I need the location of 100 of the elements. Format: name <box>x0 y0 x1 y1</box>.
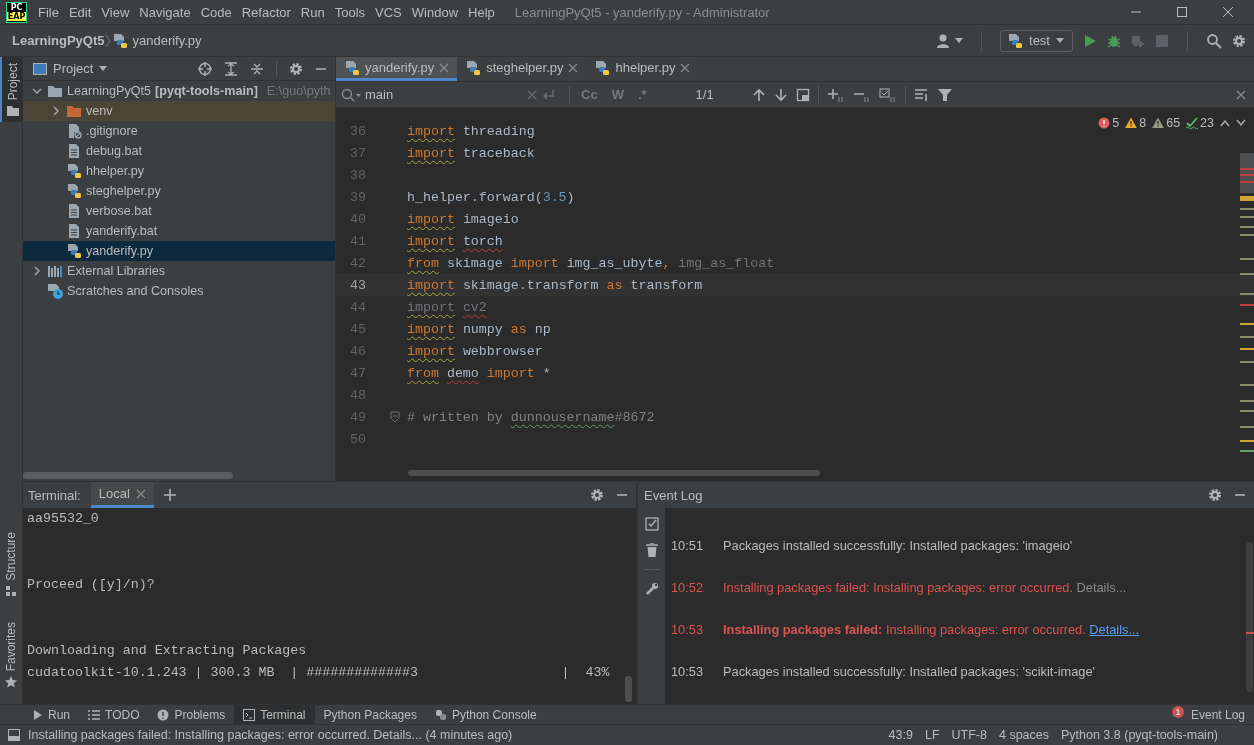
menu-item[interactable]: Refactor <box>236 4 296 20</box>
menu-item[interactable]: Help <box>463 4 500 20</box>
search-icon[interactable] <box>341 87 361 102</box>
menu-item[interactable]: Tools <box>329 4 371 20</box>
tree-item[interactable]: yanderify.py <box>23 241 335 261</box>
editor-tab[interactable]: hhelper.py <box>586 57 699 81</box>
tool-window-button[interactable]: Python Console <box>425 705 546 724</box>
tool-window-button[interactable]: Python Packages <box>314 705 426 724</box>
search-icon[interactable] <box>1206 32 1222 49</box>
chevron-right-icon[interactable] <box>31 265 43 277</box>
status-item[interactable]: UTF-8 <box>951 728 987 742</box>
window-icon[interactable] <box>8 729 20 741</box>
details-link[interactable]: Details... <box>1076 579 1127 595</box>
settings-icon[interactable] <box>590 488 604 502</box>
tree-item[interactable]: yanderify.bat <box>23 221 335 241</box>
settings-icon[interactable] <box>289 61 303 76</box>
line-number: 49 <box>349 409 366 425</box>
python-icon <box>1007 32 1024 49</box>
tool-window-button[interactable]: Terminal <box>234 705 315 724</box>
tree-item[interactable]: .gitignore <box>23 121 335 141</box>
tree-item[interactable]: steghelper.py <box>23 181 335 201</box>
chevron-right-icon[interactable] <box>50 105 62 117</box>
scrollbar[interactable] <box>1246 542 1253 692</box>
menu-item[interactable]: Edit <box>63 4 97 20</box>
checklist-icon[interactable] <box>644 517 659 531</box>
menu-item[interactable]: VCS <box>370 4 407 20</box>
plus-icon[interactable] <box>163 489 176 501</box>
tool-window-tab[interactable]: Project <box>0 57 22 123</box>
search-field[interactable]: main <box>365 87 523 102</box>
scrollbar[interactable] <box>625 676 632 702</box>
close-icon[interactable] <box>439 62 450 73</box>
tree-item[interactable]: venv <box>23 101 335 121</box>
add-selection-icon[interactable] <box>826 87 845 102</box>
tool-window-button[interactable]: Problems <box>148 705 235 724</box>
tool-window-button[interactable]: TODO <box>79 705 149 724</box>
arrow-up-icon[interactable] <box>751 87 766 102</box>
project-view-dropdown[interactable]: Project <box>33 61 108 76</box>
run-configuration-dropdown[interactable]: test <box>1000 29 1073 52</box>
window-icon[interactable] <box>795 87 810 102</box>
maximize-window-icon[interactable] <box>1176 6 1188 18</box>
tree-item[interactable]: debug.bat <box>23 141 335 161</box>
arrow-down-icon[interactable] <box>773 87 788 102</box>
tree-item[interactable]: LearningPyQt5 [pyqt-tools-main] E:\guo\pyth <box>23 81 335 101</box>
tree-item[interactable]: verbose.bat <box>23 201 335 221</box>
status-message[interactable]: Installing packages failed: Installing packages: error occurred. Details... (4 minutes ago) <box>28 728 513 742</box>
menu-item[interactable]: Run <box>295 4 330 20</box>
tree-item[interactable]: hhelper.py <box>23 161 335 181</box>
status-item[interactable]: 43:9 <box>888 728 913 742</box>
error-icon <box>1098 117 1111 129</box>
status-item[interactable]: LF <box>924 728 940 742</box>
settings-icon[interactable] <box>1232 33 1246 48</box>
close-window-icon[interactable] <box>1222 6 1234 18</box>
chevron-down-icon[interactable] <box>31 85 43 97</box>
close-icon[interactable] <box>135 488 146 499</box>
wrench-icon[interactable] <box>644 582 659 596</box>
filter-icon[interactable] <box>937 87 952 102</box>
expand-all-icon[interactable] <box>224 61 238 76</box>
breadcrumb-item[interactable]: yanderify.py <box>132 33 202 48</box>
trash-icon[interactable] <box>645 543 658 557</box>
menu-item[interactable]: View <box>96 4 135 20</box>
close-icon[interactable] <box>568 62 579 73</box>
arrow-down-icon[interactable] <box>1236 119 1246 127</box>
scrollbar[interactable] <box>408 470 820 476</box>
tree-item[interactable]: Scratches and Consoles <box>23 281 335 301</box>
menu-item[interactable]: Code <box>195 4 237 20</box>
breadcrumb-item[interactable]: LearningPyQt5 <box>12 33 105 48</box>
newline-icon[interactable] <box>541 87 555 102</box>
crosshair-icon[interactable] <box>198 61 212 76</box>
menu-item[interactable]: Navigate <box>134 4 196 20</box>
status-item[interactable]: 4 spaces <box>998 728 1049 742</box>
inspection-counter[interactable]: 23 <box>1186 116 1214 130</box>
inspection-counter[interactable]: 5 <box>1098 116 1120 130</box>
tool-window-tab[interactable]: Favorites <box>0 615 21 694</box>
line-number: 47 <box>349 365 366 381</box>
fold-icon[interactable] <box>390 411 400 423</box>
menu-item[interactable]: File <box>33 4 64 20</box>
close-icon[interactable] <box>527 89 537 100</box>
select-all-icon[interactable] <box>878 87 897 102</box>
tool-window-button[interactable]: Run <box>24 705 79 724</box>
line-number: 48 <box>349 387 366 403</box>
status-item[interactable]: Python 3.8 (pyqt-tools-main) <box>1061 728 1218 742</box>
bug-icon[interactable] <box>1107 33 1121 48</box>
editor-tab[interactable]: yanderify.py <box>336 57 458 81</box>
details-link[interactable]: Details... <box>1089 621 1140 637</box>
menu-item[interactable]: Window <box>406 4 464 20</box>
inspection-counter[interactable]: 8 <box>1125 116 1147 130</box>
inspection-counter[interactable]: 65 <box>1152 116 1181 130</box>
collapse-all-icon[interactable] <box>250 61 264 76</box>
settings-icon[interactable] <box>1208 488 1222 502</box>
close-icon[interactable] <box>1236 89 1246 100</box>
editor-tab[interactable]: steghelper.py <box>457 57 587 81</box>
list-icon[interactable] <box>913 87 930 102</box>
terminal-tab[interactable]: Local <box>90 482 154 508</box>
arrow-up-icon[interactable] <box>1220 119 1230 127</box>
tree-item[interactable]: External Libraries <box>23 261 335 281</box>
scrollbar[interactable] <box>23 472 233 479</box>
close-icon[interactable] <box>680 62 691 73</box>
tool-window-tab[interactable]: Structure <box>0 525 21 602</box>
run-icon[interactable] <box>1083 33 1097 48</box>
tool-window-button[interactable]: 1 Event Log <box>1164 705 1254 724</box>
